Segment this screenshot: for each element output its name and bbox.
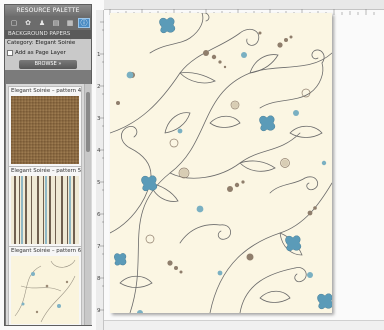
info-icon[interactable]: ⓘ (78, 18, 90, 28)
resource-palette: RESOURCE PALETTE ▢ ✿ ♟ ▤ ▦ ⓘ BACKGROUND … (4, 4, 92, 326)
palette-title: RESOURCE PALETTE (5, 5, 91, 16)
ruler-number: 9 (97, 308, 101, 314)
ruler-number: 2 (97, 84, 101, 90)
ruler-number: 7 (97, 244, 101, 250)
ruler-number: 5 (97, 180, 101, 186)
elegant-soiree-pattern-background (110, 13, 332, 313)
add-as-page-layer-label: Add as Page Layer (15, 50, 66, 56)
vertical-ruler: 1 2 3 4 5 6 7 8 9 (96, 10, 104, 330)
app-window: RESOURCE PALETTE ▢ ✿ ♟ ▤ ▦ ⓘ BACKGROUND … (0, 0, 384, 330)
browse-row: BROWSE » (5, 58, 91, 70)
list-item-pattern-5[interactable]: Elegant Soirée – pattern 5 (8, 166, 82, 249)
pattern-name: Elegant Soirée – pattern 6 (11, 248, 81, 254)
pattern-name: Elegant Soirée – pattern 4 (11, 88, 81, 94)
browse-label: BROWSE (34, 60, 57, 67)
list-item-pattern-6[interactable]: Elegant Soirée – pattern 6 (8, 246, 82, 325)
browse-arrow-icon: » (58, 60, 62, 67)
add-as-page-layer[interactable]: Add as Page Layer (5, 48, 91, 58)
background-icon[interactable]: ▤ (50, 18, 62, 28)
project-page[interactable] (110, 13, 332, 313)
pattern-6-thumbnail (11, 256, 79, 324)
add-as-page-layer-checkbox[interactable] (7, 50, 13, 56)
list-item-pattern-4[interactable]: Elegant Soirée – pattern 4 (8, 86, 82, 169)
browse-button[interactable]: BROWSE » (19, 59, 77, 69)
ruler-number: 1 (97, 52, 101, 58)
pattern-list: Elegant Soirée – pattern 4 Elegant Soiré… (6, 84, 92, 325)
pattern-list-scrollbar[interactable] (84, 84, 91, 325)
embellishment-icon[interactable]: ▦ (64, 18, 76, 28)
palette-toolbar: ▢ ✿ ♟ ▤ ▦ ⓘ (5, 16, 91, 30)
ruler-number: 3 (97, 116, 101, 122)
character-icon[interactable]: ♟ (36, 18, 48, 28)
scrollbar-thumb[interactable] (86, 92, 90, 152)
category-selector[interactable]: Category: Elegant Soirée (5, 39, 91, 48)
pattern-4-thumbnail (11, 96, 79, 164)
canvas-bottom-bar (104, 320, 384, 330)
ruler-number: 8 (97, 276, 101, 282)
vertical-ruler-ticks (100, 21, 104, 311)
pattern-5-thumbnail (11, 176, 79, 244)
ruler-number: 6 (97, 212, 101, 218)
shape-icon[interactable]: ✿ (22, 18, 34, 28)
pattern-name: Elegant Soirée – pattern 5 (11, 168, 81, 174)
frame-icon[interactable]: ▢ (8, 18, 20, 28)
section-label: BACKGROUND PAPERS (5, 30, 91, 39)
ruler-number: 4 (97, 148, 101, 154)
horizontal-ruler (104, 0, 384, 15)
